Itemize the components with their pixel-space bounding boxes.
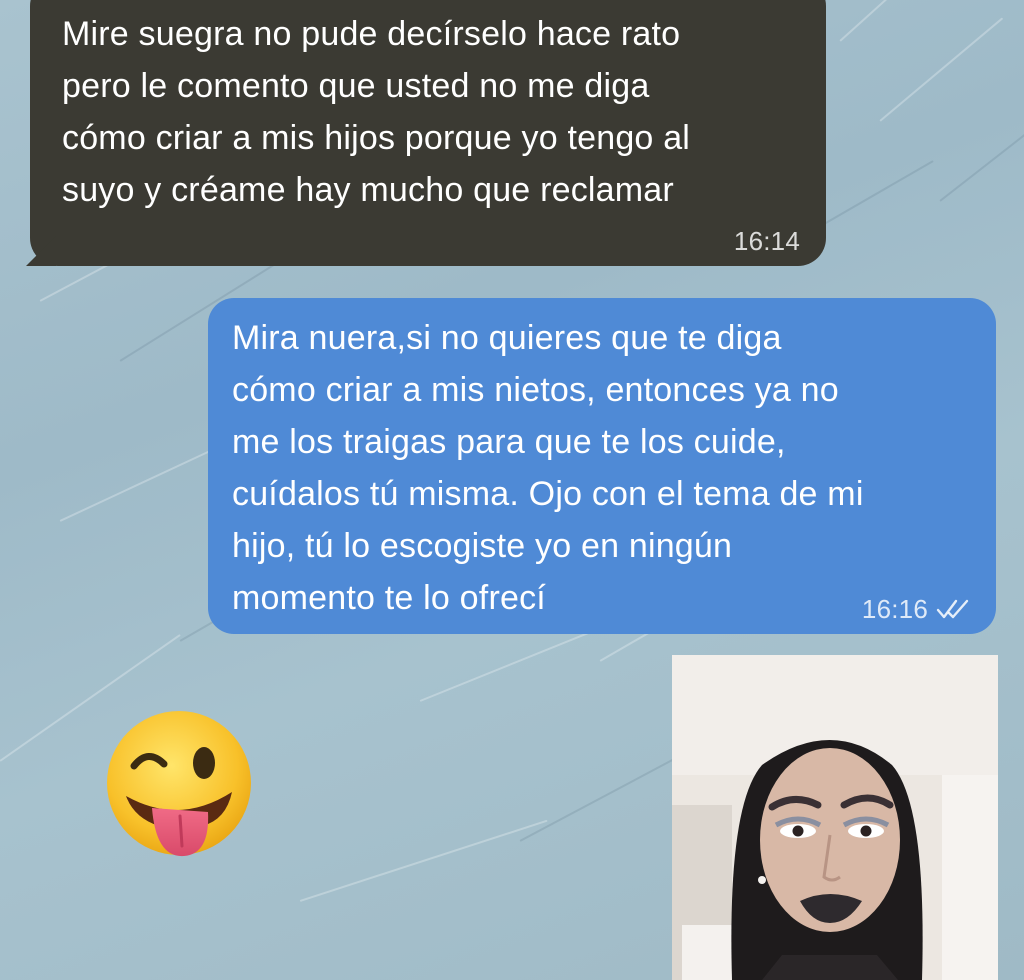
wallpaper-streak: [939, 114, 1024, 202]
incoming-message-bubble[interactable]: Mire suegra no pude decírselo hace rato …: [26, 0, 826, 266]
photo-thumbnail[interactable]: [672, 655, 998, 980]
outgoing-message-text: Mira nuera,si no quieres que te diga cóm…: [232, 319, 864, 617]
incoming-message-text: Mire suegra no pude decírselo hace rato …: [62, 15, 691, 209]
incoming-message-meta: 16:14: [734, 226, 800, 256]
winking-face-with-tongue-emoji[interactable]: [104, 708, 254, 858]
wallpaper-streak: [879, 17, 1004, 122]
outgoing-message-bubble[interactable]: Mira nuera,si no quieres que te diga cóm…: [208, 298, 996, 634]
double-check-icon: [936, 599, 969, 619]
outgoing-message-meta: 16:16: [862, 594, 970, 624]
wallpaper-streak: [299, 819, 548, 902]
incoming-message-time: 16:14: [733, 226, 800, 256]
outgoing-message-time: 16:16: [861, 594, 928, 624]
wallpaper-streak: [839, 0, 975, 42]
